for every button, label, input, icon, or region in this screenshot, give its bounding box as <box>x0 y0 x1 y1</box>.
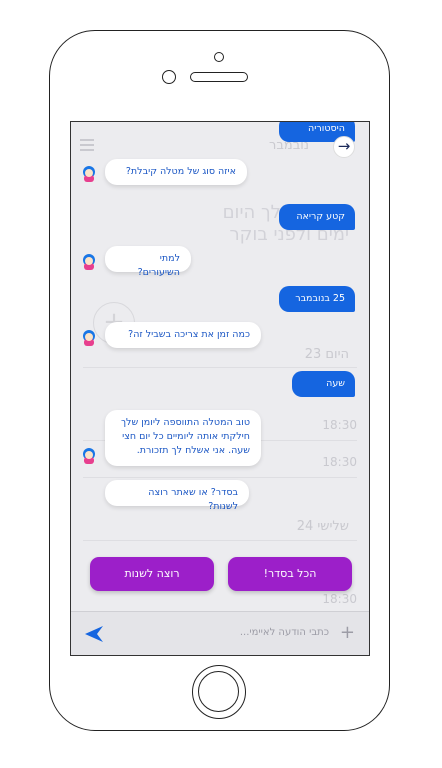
bot-message: למתי השיעורים? <box>105 246 191 278</box>
bot-avatar-icon <box>83 166 95 182</box>
chat-screen: נובמבר התיומן שלך היום ימים ולפני בוקר +… <box>70 121 370 656</box>
quick-reply-ok-button[interactable]: הכל בסדר! <box>228 557 352 591</box>
camera-icon <box>214 52 224 62</box>
user-message: שעה <box>292 371 355 397</box>
background-time: 18:30 <box>322 455 357 469</box>
user-message: קטע קריאה <box>279 204 355 230</box>
bot-avatar-icon <box>83 330 95 346</box>
divider <box>83 540 357 541</box>
background-day-label: שלישי 24 <box>296 519 349 534</box>
bot-message: טוב המטלה התווספה ליומן שלך חילקתי אותה … <box>105 410 261 466</box>
user-message: 25 בנובמבר <box>279 286 355 312</box>
message-input[interactable]: כתבי הודעה לאיימי... <box>240 627 329 638</box>
send-icon[interactable] <box>85 626 103 642</box>
divider <box>83 477 357 478</box>
bot-message: בסדר? או שאתר רוצה לשנות? <box>105 480 249 512</box>
background-day-label: היום 23 <box>304 347 349 362</box>
divider <box>83 367 357 368</box>
speaker-icon <box>190 72 248 82</box>
quick-reply-change-button[interactable]: רוצה לשנות <box>90 557 214 591</box>
plus-icon[interactable]: + <box>340 622 355 643</box>
menu-icon <box>80 136 94 154</box>
bot-avatar-icon <box>83 254 95 270</box>
background-time: 18:30 <box>322 418 357 432</box>
home-button[interactable] <box>192 665 246 719</box>
message-input-bar: כתבי הודעה לאיימי... + <box>71 611 369 655</box>
bot-message: כמה זמן את צריכה בשביל זה? <box>105 322 261 348</box>
bot-avatar-icon <box>83 448 95 464</box>
arrow-right-icon[interactable]: → <box>333 136 355 158</box>
bot-message: איזה סוג של מטלה קיבלת? <box>105 159 247 185</box>
home-button-inner <box>198 671 239 712</box>
background-time: 18:30 <box>322 592 357 606</box>
sensor-icon <box>162 70 176 84</box>
